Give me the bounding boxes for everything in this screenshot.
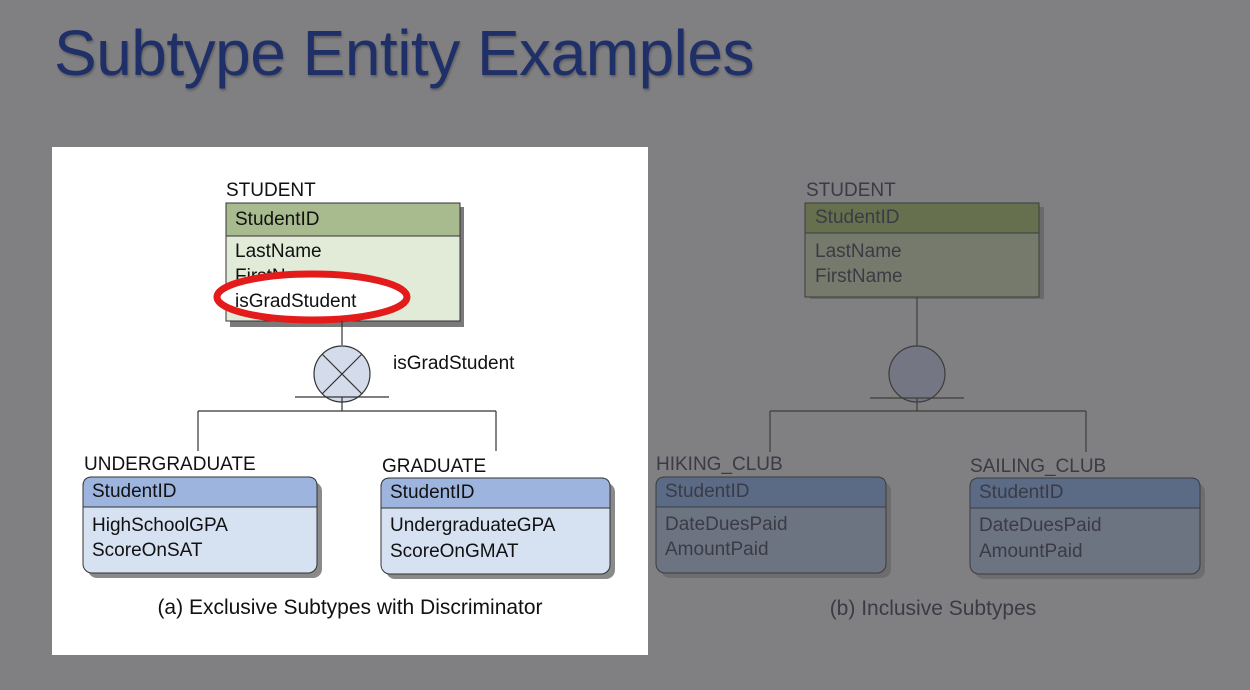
supertype-entity-box	[804, 202, 1044, 299]
supertype-attribute: LastName	[815, 241, 902, 262]
subtype-attribute: UndergraduateGPA	[390, 515, 556, 536]
subtype-key: StudentID	[979, 482, 1064, 503]
slide-title: Subtype Entity Examples	[54, 17, 754, 89]
panel-exclusive-subtypes: STUDENT StudentID LastName FirstName isG…	[52, 147, 648, 655]
exclusive-subtypes-diagram: STUDENT StudentID LastName FirstName isG…	[82, 180, 615, 619]
subtype-key: StudentID	[665, 481, 750, 502]
supertype-key: StudentID	[815, 207, 900, 228]
supertype-attribute: LastName	[235, 241, 322, 262]
subtype-name: SAILING_CLUB	[970, 456, 1106, 477]
subtype-key: StudentID	[390, 482, 475, 503]
subtype-connector	[197, 321, 497, 451]
subtype-attribute: AmountPaid	[979, 541, 1083, 562]
caption-exclusive: (a) Exclusive Subtypes with Discriminato…	[157, 596, 542, 619]
subtype-name: UNDERGRADUATE	[84, 454, 256, 475]
subtype-attribute: ScoreOnSAT	[92, 540, 203, 561]
subtype-key: StudentID	[92, 481, 177, 502]
subtype-attribute: HighSchoolGPA	[92, 515, 228, 536]
supertype-name: STUDENT	[226, 180, 316, 201]
discriminator-attribute: isGradStudent	[235, 291, 357, 312]
subtype-name: GRADUATE	[382, 456, 486, 477]
caption-inclusive: (b) Inclusive Subtypes	[830, 597, 1037, 620]
subtype-entity-box	[969, 477, 1205, 579]
supertype-key: StudentID	[235, 209, 320, 230]
subtype-attribute: DateDuesPaid	[979, 515, 1102, 536]
subtype-connector	[769, 297, 1087, 452]
subtype-attribute: DateDuesPaid	[665, 514, 788, 535]
subtype-name: HIKING_CLUB	[656, 454, 783, 475]
supertype-name: STUDENT	[806, 180, 896, 201]
discriminator-label: isGradStudent	[393, 353, 515, 374]
subtype-entity-box	[655, 476, 891, 578]
supertype-attribute: FirstName	[815, 266, 903, 287]
subtype-attribute: AmountPaid	[665, 539, 769, 560]
subtype-attribute: ScoreOnGMAT	[390, 541, 519, 562]
